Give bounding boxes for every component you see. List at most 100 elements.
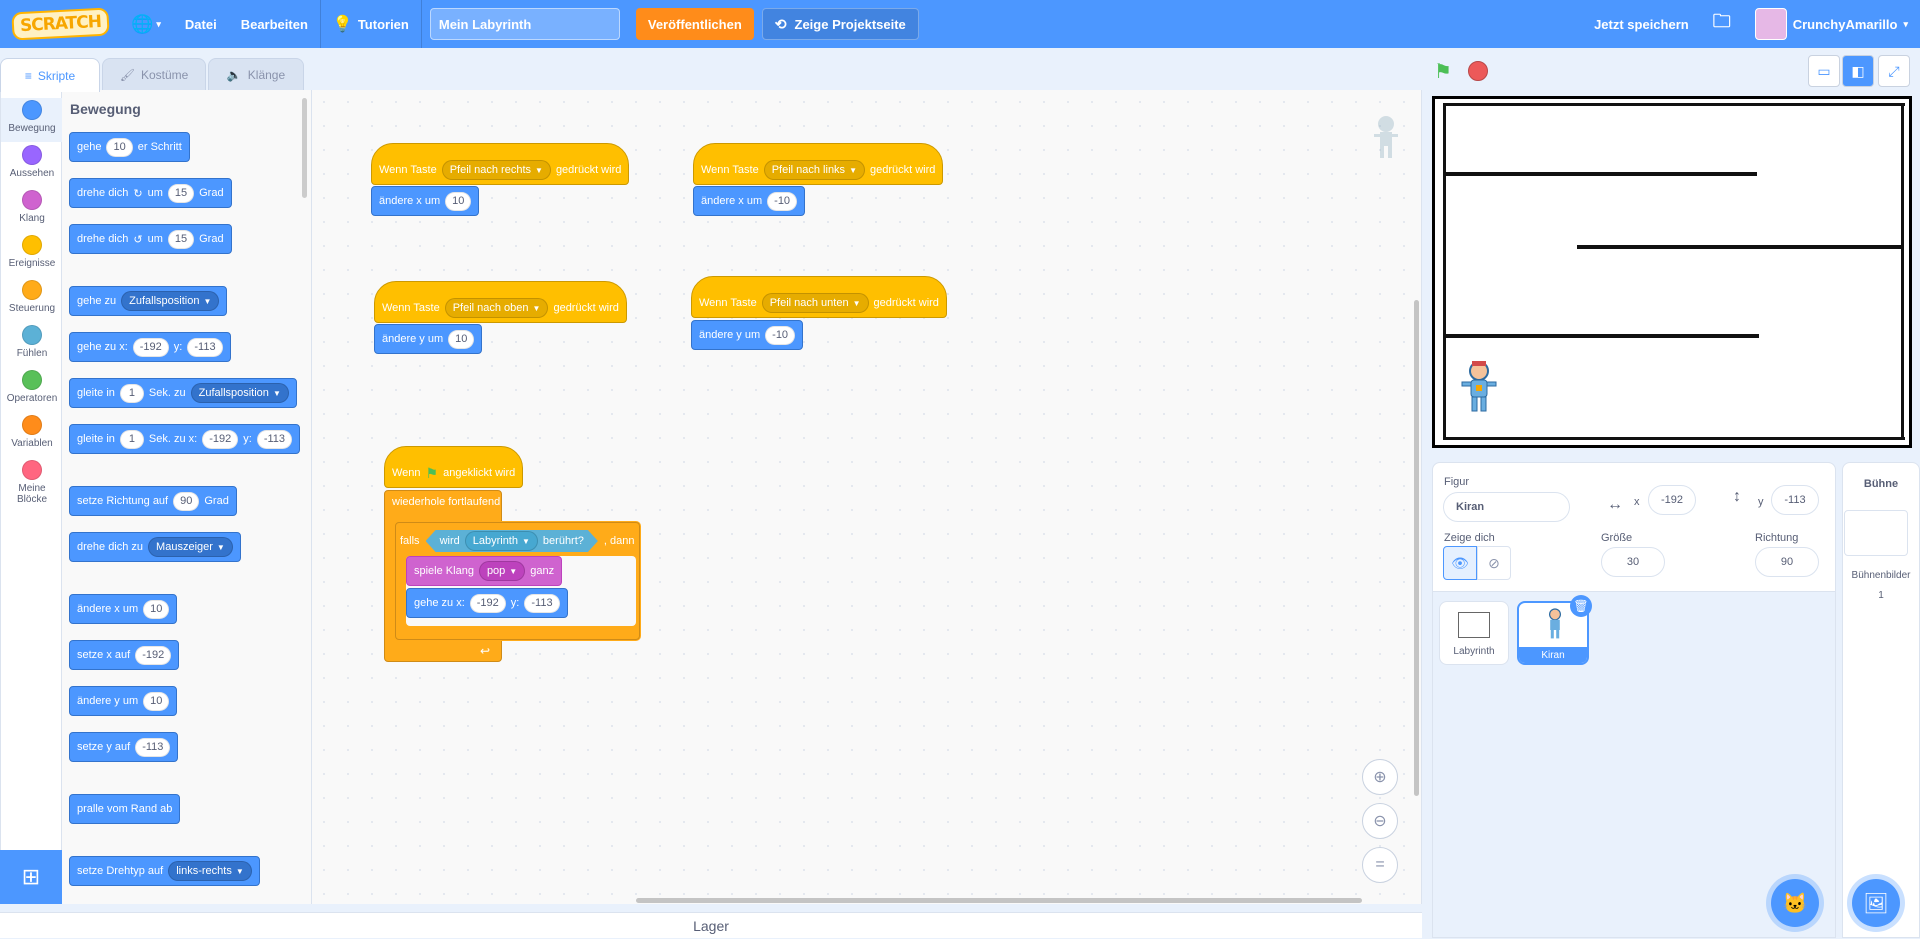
- normal-stage-button[interactable]: ◧: [1842, 55, 1874, 87]
- share-button[interactable]: Veröffentlichen: [635, 8, 754, 40]
- account-menu[interactable]: CrunchyAmarillo ▾: [1743, 0, 1920, 48]
- script-up-hat[interactable]: Wenn Taste Pfeil nach oben ▼ gedrückt wird: [374, 281, 627, 323]
- direction-input[interactable]: 90: [1755, 547, 1819, 577]
- block-input[interactable]: 90: [173, 491, 200, 511]
- block-input[interactable]: 10: [143, 599, 170, 619]
- block-input[interactable]: 10: [143, 691, 170, 711]
- touch-dropdown[interactable]: Labyrinth ▼: [465, 531, 538, 551]
- block-input[interactable]: -10: [767, 191, 798, 211]
- block-input[interactable]: -192: [469, 593, 506, 613]
- block-input[interactable]: -10: [765, 325, 796, 345]
- key-dropdown[interactable]: Pfeil nach oben ▼: [444, 298, 549, 318]
- palette-block-change-y[interactable]: ändere y um 10: [69, 686, 178, 716]
- category-looks[interactable]: Aussehen: [1, 145, 63, 179]
- script-left-hat[interactable]: Wenn Taste Pfeil nach links ▼ gedrückt wird: [693, 143, 944, 185]
- category-control[interactable]: Steuerung: [1, 280, 63, 314]
- palette-block-glide[interactable]: gleite in 1 Sek. zu Zufallsposition ▼: [69, 378, 297, 408]
- kiran-sprite[interactable]: [1459, 359, 1499, 418]
- block-input[interactable]: 10: [445, 191, 472, 211]
- script-down-hat[interactable]: Wenn Taste Pfeil nach unten ▼ gedrückt wird: [691, 276, 947, 318]
- backpack-bar[interactable]: Lager: [0, 912, 1422, 938]
- block-input[interactable]: -113: [187, 337, 223, 357]
- fullscreen-button[interactable]: ⤢: [1878, 55, 1910, 87]
- category-variables[interactable]: Variablen: [1, 415, 63, 449]
- stage-thumbnail[interactable]: [1844, 510, 1908, 556]
- category-events[interactable]: Ereignisse: [1, 235, 63, 269]
- script-right-change-x[interactable]: ändere x um 10: [371, 186, 480, 216]
- language-menu[interactable]: 🌐 ▾: [119, 0, 173, 48]
- block-dropdown[interactable]: Zufallsposition ▼: [190, 383, 289, 403]
- small-stage-button[interactable]: ▭: [1808, 55, 1840, 87]
- category-motion[interactable]: Bewegung: [1, 98, 63, 142]
- script-left-change-x[interactable]: ändere x um -10: [693, 186, 806, 216]
- block-input[interactable]: 10: [106, 137, 133, 157]
- add-extension-button[interactable]: ⊞: [0, 850, 62, 904]
- file-menu[interactable]: Datei: [173, 0, 229, 48]
- sprite-name-input[interactable]: [1443, 492, 1570, 522]
- delete-sprite-button[interactable]: 🗑: [1570, 595, 1592, 617]
- stage-canvas[interactable]: [1432, 96, 1912, 448]
- palette-block-set-y[interactable]: setze y auf -113: [69, 732, 179, 762]
- zoom-in-button[interactable]: ⊕: [1362, 759, 1398, 795]
- zoom-reset-button[interactable]: =: [1362, 847, 1398, 883]
- block-input[interactable]: 15: [167, 183, 195, 203]
- block-input[interactable]: 10: [448, 329, 475, 349]
- palette-block-goto-xy[interactable]: gehe zu x: -192 y: -113: [69, 332, 231, 362]
- y-input[interactable]: -113: [1771, 485, 1819, 515]
- block-dropdown[interactable]: Mauszeiger ▼: [148, 537, 233, 557]
- block-dropdown[interactable]: links-rechts ▼: [168, 861, 252, 881]
- category-sound[interactable]: Klang: [1, 190, 63, 224]
- block-input[interactable]: 15: [167, 229, 195, 249]
- palette-block-change-x[interactable]: ändere x um 10: [69, 594, 178, 624]
- workspace-v-scrollbar[interactable]: [1414, 300, 1419, 796]
- tab-sounds[interactable]: 🔈 Klänge: [208, 58, 304, 90]
- block-input[interactable]: -113: [524, 593, 560, 613]
- key-dropdown[interactable]: Pfeil nach unten ▼: [761, 293, 869, 313]
- palette-block-point-towards[interactable]: drehe dich zu Mauszeiger ▼: [69, 532, 241, 562]
- my-stuff-button[interactable]: 🗀: [1701, 0, 1743, 48]
- script-right-hat[interactable]: Wenn Taste Pfeil nach rechts ▼ gedrückt wir…: [371, 143, 630, 185]
- size-input[interactable]: 30: [1601, 547, 1665, 577]
- stop-button[interactable]: [1468, 61, 1488, 81]
- project-title-input[interactable]: [429, 8, 620, 40]
- script-up-change-y[interactable]: ändere y um 10: [374, 324, 483, 354]
- script-flag-hat[interactable]: Wenn ⚑ angeklickt wird: [384, 446, 524, 488]
- show-visible-button[interactable]: 👁: [1443, 546, 1477, 580]
- category-sensing[interactable]: Fühlen: [1, 325, 63, 359]
- choose-backdrop-button[interactable]: 🖼: [1852, 879, 1900, 927]
- workspace-h-scrollbar[interactable]: [636, 898, 1362, 903]
- tutorials-menu[interactable]: 💡 Tutorien: [321, 0, 421, 48]
- palette-scrollbar[interactable]: [302, 98, 307, 198]
- show-hidden-button[interactable]: ⊘: [1477, 546, 1511, 580]
- block-dropdown[interactable]: Zufallsposition ▼: [121, 291, 220, 311]
- palette-block-bounce[interactable]: pralle vom Rand ab: [69, 794, 181, 824]
- see-project-page-button[interactable]: ⟲ Zeige Projektseite: [761, 8, 919, 40]
- palette-block-turn-right[interactable]: drehe dich ↻ um 15 Grad: [69, 178, 232, 208]
- block-input[interactable]: -192: [135, 645, 172, 665]
- tab-costumes[interactable]: 🖌 Kostüme: [102, 58, 206, 90]
- green-flag-button[interactable]: ⚑: [1434, 59, 1452, 84]
- block-input[interactable]: 1: [119, 383, 144, 403]
- zoom-out-button[interactable]: ⊖: [1362, 803, 1398, 839]
- key-dropdown[interactable]: Pfeil nach rechts ▼: [441, 160, 551, 180]
- choose-sprite-button[interactable]: 🐱: [1771, 879, 1819, 927]
- x-input[interactable]: -192: [1648, 485, 1696, 515]
- block-input[interactable]: -192: [132, 337, 169, 357]
- touching-block[interactable]: wird Labyrinth ▼ berührt?: [426, 530, 598, 552]
- palette-block-set-x[interactable]: setze x auf -192: [69, 640, 180, 670]
- goto-xy-block[interactable]: gehe zu x: -192 y: -113: [406, 588, 568, 618]
- category-operators[interactable]: Operatoren: [1, 370, 63, 404]
- edit-menu[interactable]: Bearbeiten: [229, 0, 320, 48]
- tab-code[interactable]: ≡ Skripte: [0, 58, 100, 92]
- palette-block-move[interactable]: gehe 10 er Schritt: [69, 132, 190, 162]
- script-down-change-y[interactable]: ändere y um -10: [691, 320, 804, 350]
- category-my-blocks[interactable]: Meine Blöcke: [1, 460, 63, 505]
- save-now-button[interactable]: Jetzt speichern: [1582, 0, 1701, 48]
- sprite-thumb-labyrinth[interactable]: Labyrinth: [1439, 601, 1509, 665]
- palette-block-point-direction[interactable]: setze Richtung auf 90 Grad: [69, 486, 237, 516]
- block-input[interactable]: -113: [135, 737, 171, 757]
- block-input[interactable]: 1: [119, 429, 144, 449]
- palette-block-goto[interactable]: gehe zu Zufallsposition ▼: [69, 286, 228, 316]
- key-dropdown[interactable]: Pfeil nach links ▼: [763, 160, 865, 180]
- sound-dropdown[interactable]: pop ▼: [478, 561, 526, 581]
